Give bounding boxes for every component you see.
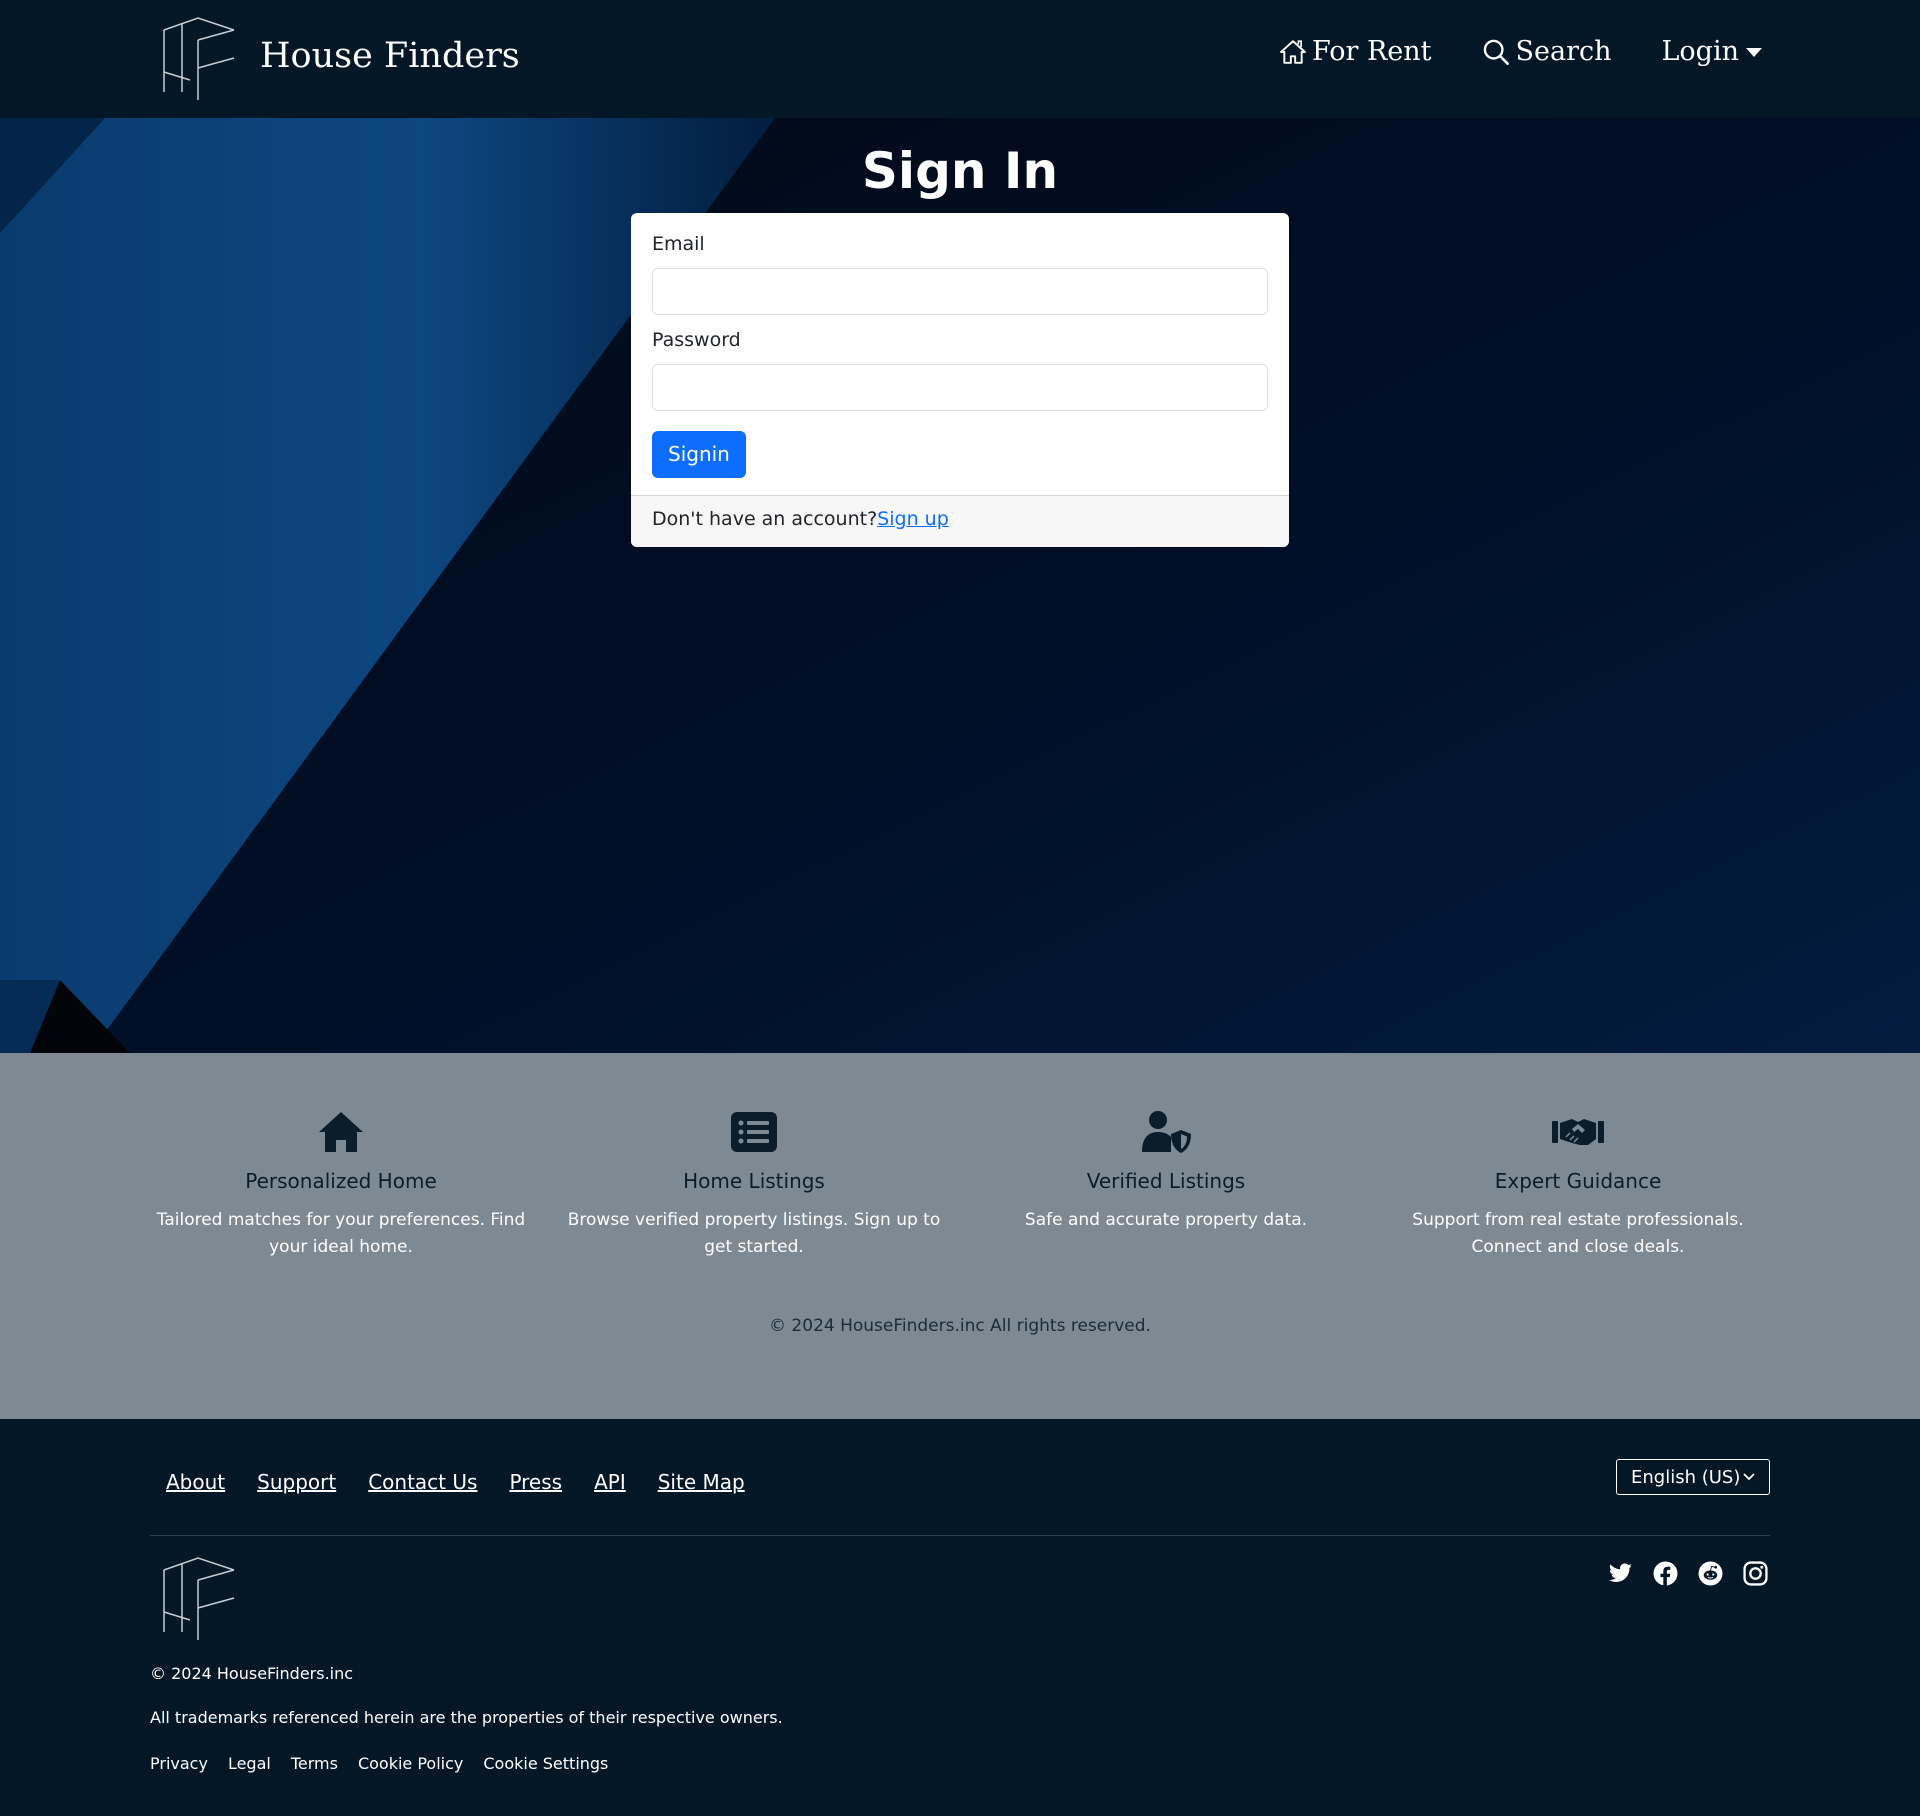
signin-button[interactable]: Signin [652,431,746,478]
nav-links: For Rent Search Login [1280,36,1762,67]
handshake-icon [1552,1119,1604,1145]
signin-card: Email Password Signin Don't have an acco… [631,213,1289,547]
site-footer: About Support Contact Us Press API Site … [0,1419,1920,1816]
footer-legal-links: Privacy Legal Terms Cookie Policy Cookie… [150,1754,608,1773]
feature-home-listings: Home Listings Browse verified property l… [564,1107,944,1261]
email-field[interactable] [652,268,1268,315]
search-icon [1483,39,1509,65]
house-finders-logo [163,17,235,100]
feature-verified-listings: Verified Listings Safe and accurate prop… [976,1107,1356,1234]
footer-link-about[interactable]: About [166,1470,225,1494]
signin-card-footer: Don't have an account?Sign up [631,495,1289,547]
feature-personalized-home: Personalized Home Tailored matches for y… [151,1107,531,1261]
hero-section: Sign In Email Password Signin Don't have… [0,118,1920,1053]
footer-trademark: All trademarks referenced herein are the… [150,1708,783,1727]
feature-desc: Browse verified property listings. Sign … [567,1210,941,1257]
footer-link-api[interactable]: API [594,1470,626,1494]
footer-link-site-map[interactable]: Site Map [658,1470,745,1494]
nav-search[interactable]: Search [1482,36,1612,67]
user-shield-icon [1142,1111,1191,1153]
house-icon [319,1112,363,1152]
signup-link[interactable]: Sign up [877,508,949,530]
feature-desc: Tailored matches for your preferences. F… [156,1210,526,1257]
feature-desc: Support from real estate professionals. … [1412,1210,1744,1257]
footer-link-support[interactable]: Support [257,1470,336,1494]
feature-title: Personalized Home [245,1169,437,1193]
footer-link-press[interactable]: Press [509,1470,562,1494]
instagram-icon[interactable] [1743,1561,1768,1586]
social-links [1608,1561,1768,1586]
footer-divider [150,1535,1770,1536]
language-select[interactable]: English (US) [1616,1459,1770,1495]
legal-link-legal[interactable]: Legal [228,1754,271,1773]
features-section: Personalized Home Tailored matches for y… [0,1053,1920,1419]
chevron-down-icon [1743,1473,1755,1481]
footer-link-contact-us[interactable]: Contact Us [368,1470,477,1494]
legal-link-cookie-settings[interactable]: Cookie Settings [483,1754,608,1773]
caret-down-icon [1746,48,1762,57]
nav-for-rent-label: For Rent [1311,36,1432,67]
feature-expert-guidance: Expert Guidance Support from real estate… [1388,1107,1768,1261]
nav-search-label: Search [1515,36,1612,67]
features-copyright: © 2024 HouseFinders.inc All rights reser… [769,1316,1151,1336]
footer-copyright: © 2024 HouseFinders.inc [150,1664,354,1683]
signin-form: Email Password Signin [631,213,1289,498]
email-label: Email [652,233,705,255]
footer-nav: About Support Contact Us Press API Site … [166,1470,745,1494]
navbar: House Finders For Rent Search Login [0,0,1920,118]
feature-desc: Safe and accurate property data. [1024,1210,1308,1230]
brand[interactable]: House Finders [162,16,520,100]
nav-for-rent[interactable]: For Rent [1280,36,1432,67]
password-field[interactable] [652,364,1268,411]
feature-title: Home Listings [683,1169,825,1193]
house-finders-logo [163,1557,235,1640]
nav-login-label: Login [1661,36,1740,67]
legal-link-cookie-policy[interactable]: Cookie Policy [358,1754,463,1773]
password-label: Password [652,329,741,351]
legal-link-terms[interactable]: Terms [291,1754,338,1773]
feature-title: Expert Guidance [1494,1169,1662,1193]
no-account-text: Don't have an account? [652,508,878,530]
twitter-icon[interactable] [1608,1561,1633,1586]
facebook-icon[interactable] [1653,1561,1678,1586]
legal-link-privacy[interactable]: Privacy [150,1754,208,1773]
reddit-icon[interactable] [1698,1561,1723,1586]
nav-login-dropdown[interactable]: Login [1661,36,1762,67]
language-select-value: English (US) [1631,1466,1741,1488]
page-title: Sign In [861,142,1059,200]
brand-name: House Finders [260,36,520,76]
house-outline-icon [1280,39,1306,64]
feature-title: Verified Listings [1086,1169,1246,1193]
list-icon [731,1112,777,1152]
